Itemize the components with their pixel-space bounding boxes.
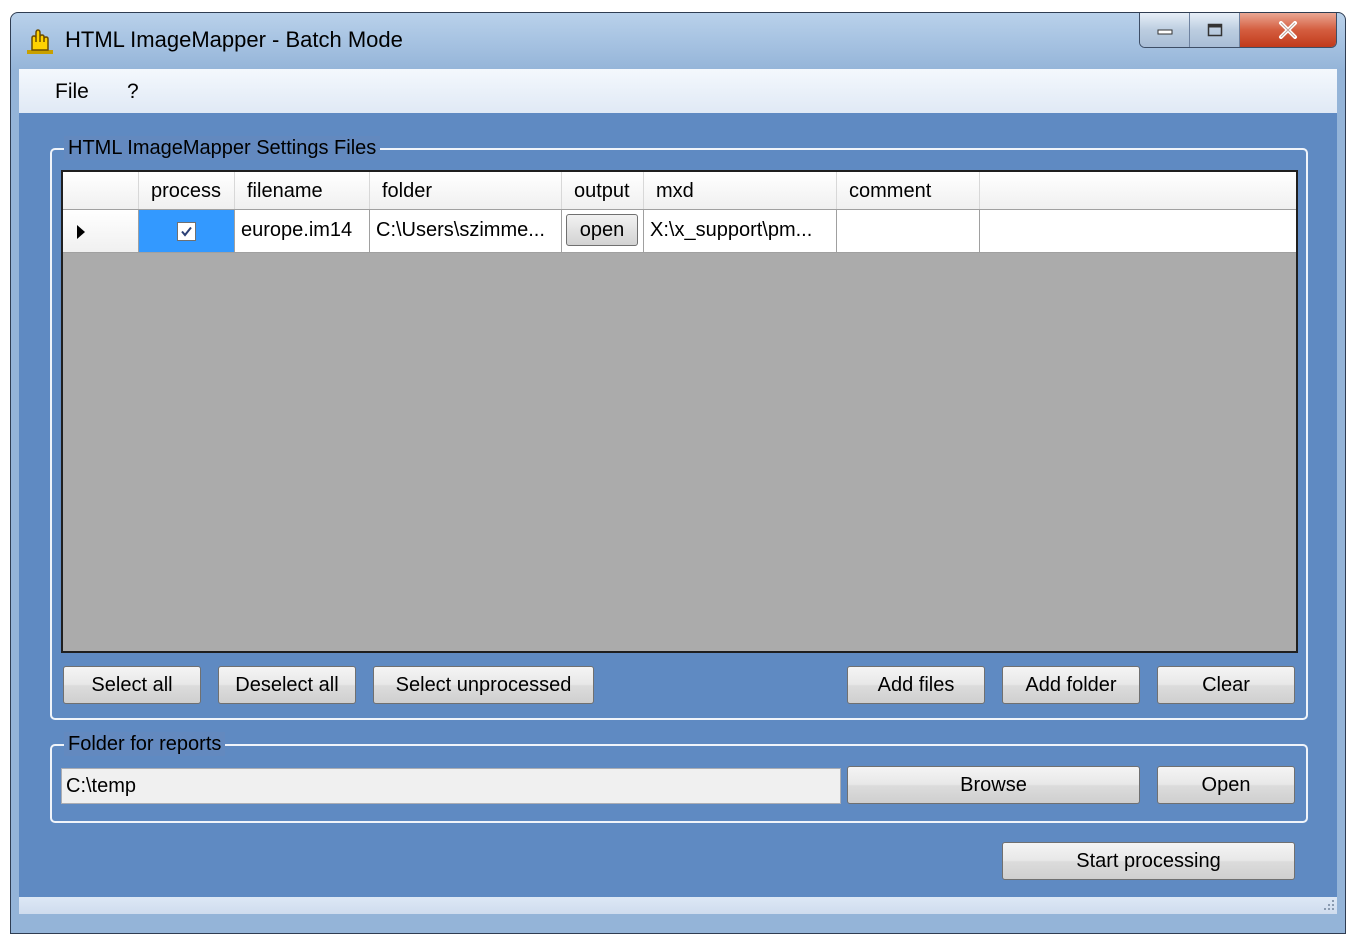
process-cell[interactable] <box>139 210 235 252</box>
reports-folder-group-label: Folder for reports <box>64 732 226 756</box>
open-reports-button[interactable]: Open <box>1157 766 1295 804</box>
window-title: HTML ImageMapper - Batch Mode <box>65 27 403 52</box>
clear-button[interactable]: Clear <box>1157 666 1295 704</box>
settings-files-group-label: HTML ImageMapper Settings Files <box>64 136 381 160</box>
table-row[interactable]: europe.im14 C:\Users\szimme... open X:\x… <box>63 210 1296 253</box>
menu-help[interactable]: ? <box>127 80 139 104</box>
batch-mode-window: HTML ImageMapper - Batch Mode File ? HTM… <box>10 12 1346 934</box>
header-corner <box>63 172 139 209</box>
resize-grip-icon[interactable] <box>1321 898 1335 912</box>
comment-cell[interactable] <box>837 210 980 252</box>
folder-cell[interactable]: C:\Users\szimme... <box>370 210 562 252</box>
column-header-process[interactable]: process <box>139 172 235 209</box>
caption-buttons <box>1139 13 1337 48</box>
filename-cell[interactable]: europe.im14 <box>235 210 370 252</box>
minimize-button[interactable] <box>1140 13 1190 47</box>
maximize-button[interactable] <box>1190 13 1240 47</box>
output-cell: open <box>562 210 644 252</box>
column-header-filename[interactable]: filename <box>235 172 370 209</box>
close-icon <box>1279 21 1297 39</box>
maximize-icon <box>1207 23 1222 37</box>
browse-button[interactable]: Browse <box>847 766 1140 804</box>
status-bar <box>19 897 1337 914</box>
column-header-filler <box>980 172 1296 209</box>
deselect-all-button[interactable]: Deselect all <box>218 666 356 704</box>
menu-bar: File ? <box>19 69 1337 113</box>
hand-pointer-icon <box>25 26 55 56</box>
column-header-output[interactable]: output <box>562 172 644 209</box>
mxd-cell[interactable]: X:\x_support\pm... <box>644 210 837 252</box>
column-header-comment[interactable]: comment <box>837 172 980 209</box>
menu-file[interactable]: File <box>55 80 89 104</box>
reports-folder-field[interactable]: C:\temp <box>61 768 841 804</box>
row-filler <box>980 210 1296 252</box>
current-row-arrow-icon <box>77 225 85 239</box>
column-header-mxd[interactable]: mxd <box>644 172 837 209</box>
settings-files-grid[interactable]: process filename folder output mxd comme… <box>61 170 1298 653</box>
start-processing-button[interactable]: Start processing <box>1002 842 1295 880</box>
row-header[interactable] <box>63 210 139 252</box>
add-folder-button[interactable]: Add folder <box>1002 666 1140 704</box>
output-open-button[interactable]: open <box>566 214 638 246</box>
select-all-button[interactable]: Select all <box>63 666 201 704</box>
select-unprocessed-button[interactable]: Select unprocessed <box>373 666 594 704</box>
minimize-icon <box>1157 29 1172 35</box>
add-files-button[interactable]: Add files <box>847 666 985 704</box>
client-area: File ? HTML ImageMapper Settings Files p… <box>19 69 1337 914</box>
close-button[interactable] <box>1240 13 1336 47</box>
title-bar[interactable]: HTML ImageMapper - Batch Mode <box>11 13 1345 69</box>
column-header-folder[interactable]: folder <box>370 172 562 209</box>
checkmark-icon <box>181 226 192 237</box>
grid-header: process filename folder output mxd comme… <box>63 172 1296 210</box>
process-checkbox[interactable] <box>177 221 196 241</box>
